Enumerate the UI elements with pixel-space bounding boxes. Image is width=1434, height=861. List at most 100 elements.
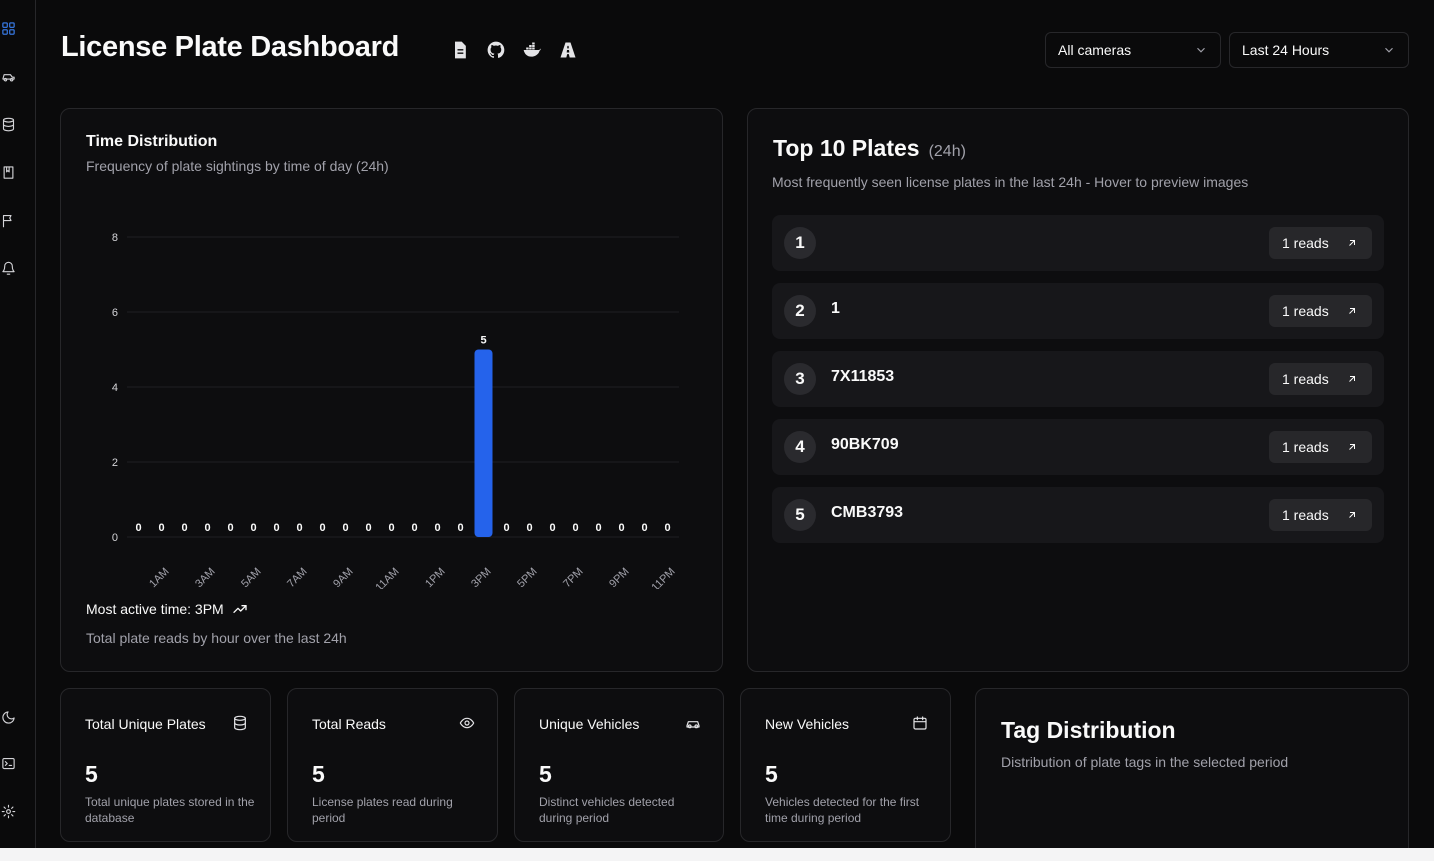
x-tick-label: 11PM: [649, 566, 677, 589]
camera-select-value: All cameras: [1058, 42, 1132, 58]
x-tick-label: 9PM: [607, 566, 631, 589]
x-tick-label: 1AM: [147, 566, 171, 589]
arrow-up-right-icon: [1349, 512, 1355, 518]
arrow-up-right-icon: [1349, 308, 1355, 314]
stat-value: 5: [765, 761, 778, 787]
arrow-up-right-icon: [1349, 444, 1355, 450]
stat-desc: Total unique plates stored in the databa…: [85, 795, 255, 825]
stat-card-total-reads: Total Reads 5 License plates read during…: [287, 688, 498, 842]
plate-number: 90BK709: [831, 436, 899, 453]
plate-row[interactable]: 3 7X11853 1 reads: [772, 351, 1384, 407]
gear-icon[interactable]: [0, 803, 16, 819]
period-select-value: Last 24 Hours: [1242, 42, 1330, 58]
plate-rank: 2: [784, 295, 816, 327]
window-bottom-edge: [0, 848, 1434, 861]
docker-icon[interactable]: [521, 39, 543, 61]
plate-number: 7X11853: [831, 368, 895, 385]
stat-value: 5: [539, 761, 552, 787]
bar-value-label: 0: [227, 522, 233, 534]
stat-title: Total Unique Plates: [85, 716, 206, 732]
trending-up-icon: [233, 605, 247, 613]
eye-icon: [459, 715, 475, 731]
stat-card-unique-plates: Total Unique Plates 5 Total unique plate…: [60, 688, 271, 842]
most-active-row: Most active time: 3PM: [86, 601, 248, 617]
bar-value-label: 0: [319, 522, 325, 534]
bar-value-label: 0: [388, 522, 394, 534]
top-plates-subtitle: Most frequently seen license plates in t…: [772, 174, 1249, 190]
tag-distribution-title: Tag Distribution: [1001, 717, 1176, 743]
bar-value-label: 0: [434, 522, 440, 534]
bar-value-label: 0: [365, 522, 371, 534]
period-select[interactable]: Last 24 Hours: [1229, 32, 1409, 68]
top-plates-title: Top 10 Plates: [773, 135, 920, 161]
stat-title: Unique Vehicles: [539, 716, 640, 732]
time-distribution-footer: Total plate reads by hour over the last …: [86, 630, 347, 646]
stat-value: 5: [312, 761, 325, 787]
reads-button[interactable]: 1 reads: [1269, 499, 1372, 531]
tag-distribution-subtitle: Distribution of plate tags in the select…: [1001, 754, 1289, 770]
bar-value-label: 0: [181, 522, 187, 534]
moon-icon[interactable]: [0, 709, 16, 725]
bar-value-label: 0: [664, 522, 670, 534]
bar-value-label: 0: [273, 522, 279, 534]
time-distribution-subtitle: Frequency of plate sightings by time of …: [86, 158, 389, 174]
bar-value-label: 0: [204, 522, 210, 534]
reads-label: 1 reads: [1282, 507, 1329, 523]
reads-button[interactable]: 1 reads: [1269, 431, 1372, 463]
bar-value-label: 0: [158, 522, 164, 534]
x-tick-label: 7PM: [561, 566, 585, 589]
header-links: [449, 39, 579, 61]
car-icon[interactable]: [0, 68, 16, 84]
plate-rank: 1: [784, 227, 816, 259]
dashboard-icon[interactable]: [0, 20, 16, 36]
reads-button[interactable]: 1 reads: [1269, 295, 1372, 327]
top-plates-header: Top 10 Plates (24h): [773, 135, 966, 162]
x-tick-label: 5AM: [239, 566, 263, 589]
y-tick-label: 6: [112, 307, 118, 319]
reads-label: 1 reads: [1282, 303, 1329, 319]
flag-icon[interactable]: [0, 212, 16, 228]
tag-distribution-card: Tag Distribution Distribution of plate t…: [975, 688, 1409, 858]
sidebar: [0, 0, 36, 848]
reads-label: 1 reads: [1282, 235, 1329, 251]
terminal-icon[interactable]: [0, 755, 16, 771]
stat-title: Total Reads: [312, 716, 386, 732]
stat-desc: Distinct vehicles detected during period: [539, 795, 675, 825]
x-tick-label: 11AM: [373, 566, 401, 589]
plate-rank: 5: [784, 499, 816, 531]
bar-value-label: 0: [503, 522, 509, 534]
time-distribution-title: Time Distribution: [86, 133, 218, 150]
camera-select[interactable]: All cameras: [1045, 32, 1221, 68]
stat-card-unique-vehicles: Unique Vehicles 5 Distinct vehicles dete…: [514, 688, 724, 842]
y-tick-label: 8: [112, 232, 118, 244]
plate-number: CMB3793: [831, 504, 904, 521]
reads-button[interactable]: 1 reads: [1269, 363, 1372, 395]
bar-value-label: 0: [135, 522, 141, 534]
arrow-up-right-icon: [1349, 376, 1355, 382]
bar-value-label: 0: [618, 522, 624, 534]
calendar-icon: [912, 715, 928, 731]
road-icon[interactable]: [557, 39, 579, 61]
bar-value-label: 0: [457, 522, 463, 534]
plate-row[interactable]: 2 1 1 reads: [772, 283, 1384, 339]
github-icon[interactable]: [485, 39, 507, 61]
database-icon[interactable]: [0, 116, 16, 132]
plate-row[interactable]: 5 CMB3793 1 reads: [772, 487, 1384, 543]
x-tick-label: 7AM: [285, 566, 309, 589]
stat-value: 5: [85, 761, 98, 787]
bar: [474, 349, 493, 537]
bar-value-label: 5: [480, 335, 486, 347]
plate-number: 1: [831, 300, 840, 317]
document-icon[interactable]: [449, 39, 471, 61]
book-icon[interactable]: [0, 164, 16, 180]
bell-icon[interactable]: [0, 260, 16, 276]
plate-row[interactable]: 4 90BK709 1 reads: [772, 419, 1384, 475]
bar-value-label: 0: [595, 522, 601, 534]
reads-button[interactable]: 1 reads: [1269, 227, 1372, 259]
bar-value-label: 0: [641, 522, 647, 534]
chevron-down-icon: [1385, 47, 1393, 53]
x-tick-label: 1PM: [423, 566, 447, 589]
bar-value-label: 0: [572, 522, 578, 534]
y-tick-label: 4: [112, 382, 118, 394]
plate-row[interactable]: 1 1 reads: [772, 215, 1384, 271]
